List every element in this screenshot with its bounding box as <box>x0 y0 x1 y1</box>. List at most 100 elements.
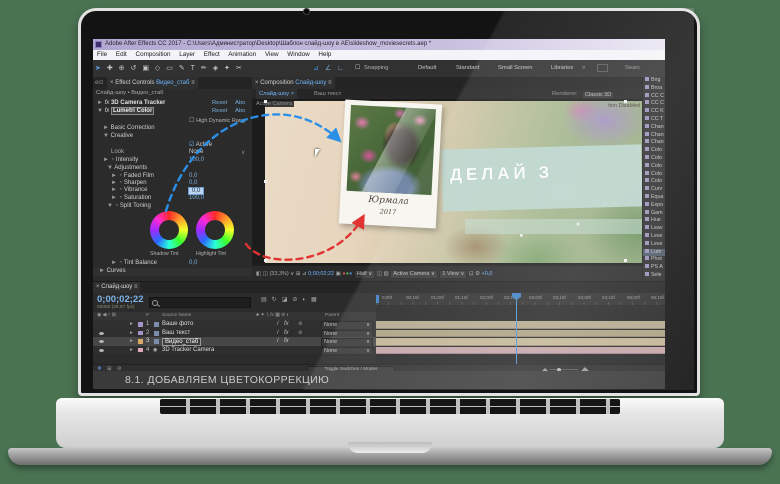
layer-name[interactable]: Ваше фото <box>162 320 193 329</box>
effect-item[interactable]: Colo <box>643 147 665 155</box>
composition-tab[interactable]: × Composition Слайд-шоу ≡ <box>252 77 335 89</box>
layer-expander[interactable]: ► <box>129 346 134 355</box>
menu-composition[interactable]: Composition <box>136 51 171 58</box>
effect-item[interactable]: Chan <box>643 132 665 140</box>
effect-item[interactable]: Leve <box>643 241 665 249</box>
selection-handle[interactable] <box>264 100 267 103</box>
effect-item[interactable]: CC K <box>643 108 665 116</box>
eye-icon[interactable] <box>99 340 104 343</box>
hand-tool-icon[interactable]: ✚ <box>107 60 113 77</box>
motion-blur-switch-icon[interactable]: ⚙ <box>298 329 302 338</box>
polaroid-photo[interactable]: Юрмала 2017 <box>339 100 442 229</box>
saturation-value[interactable]: 100,0 <box>189 195 204 201</box>
close-icon[interactable]: × <box>110 80 114 86</box>
stopwatch-icon[interactable]: ◔ <box>119 173 123 179</box>
effect-item[interactable]: Chan <box>643 124 665 132</box>
view-layout-dropdown[interactable]: 1 View ∨ <box>439 270 467 279</box>
layer-color-chip[interactable] <box>138 331 143 336</box>
workspace-overflow-button[interactable]: » <box>582 60 585 77</box>
menu-animation[interactable]: Animation <box>228 51 256 58</box>
layer-color-chip[interactable] <box>138 348 143 353</box>
menu-file[interactable]: File <box>97 51 107 58</box>
effect-item[interactable]: Expo <box>643 202 665 210</box>
quality-switch[interactable]: / <box>277 320 279 329</box>
layer-color-chip[interactable] <box>138 322 143 327</box>
layer-bar-1[interactable] <box>376 321 665 329</box>
local-axis-mode-icon[interactable]: ⊿ <box>313 60 319 77</box>
workspace-libraries[interactable]: Libraries <box>551 60 573 77</box>
about-link[interactable]: Abo <box>235 100 245 106</box>
layer-row-4[interactable]: ► 4 ◉ 3D Tracker Camera None ∨ <box>93 346 376 355</box>
exposure-value[interactable]: +0,0 <box>482 271 493 277</box>
hand-nav-icon[interactable]: ◧ <box>256 271 261 277</box>
shape-tool-icon[interactable]: ▭ <box>166 60 173 77</box>
eye-icon[interactable] <box>99 332 104 335</box>
brush-tool-icon[interactable]: ✏ <box>201 60 207 77</box>
group-curves[interactable]: ► Curves <box>93 268 252 276</box>
look-dropdown[interactable]: None <box>189 149 203 155</box>
track-area[interactable] <box>376 305 665 364</box>
effect-item[interactable]: Chan <box>643 139 665 147</box>
window-titlebar[interactable]: Adobe After Effects CC 2017 - C:\Users\А… <box>93 39 665 50</box>
effect-item[interactable]: PS A <box>643 264 665 272</box>
roi-icon[interactable]: ◫ <box>377 271 382 277</box>
camera-tool-icon[interactable]: ▣ <box>142 60 149 77</box>
parent-dropdown[interactable]: None ∨ <box>321 347 373 356</box>
stopwatch-icon[interactable]: ◔ <box>119 187 123 193</box>
snapshot-icon[interactable]: ▣ <box>336 271 341 277</box>
fx-switch[interactable]: fx <box>284 337 289 346</box>
effect-item[interactable]: Brig <box>643 77 665 85</box>
layer-row-1[interactable]: ► 1 Ваше фото / fx ⚙ None ∨ <box>93 320 376 329</box>
effect-item[interactable]: CC C <box>643 100 665 108</box>
fx-switch[interactable]: fx <box>284 329 289 338</box>
selection-tool-icon[interactable]: ➤ <box>95 60 101 77</box>
vibrance-input[interactable]: 0,0 <box>188 187 204 195</box>
workspace-search-label[interactable]: Searc <box>625 60 640 77</box>
stopwatch-icon[interactable]: ◔ <box>119 180 123 186</box>
menu-help[interactable]: Help <box>318 51 331 58</box>
renderer-value[interactable]: Classic 3D <box>582 91 614 100</box>
effect-item[interactable]: Leve <box>643 233 665 241</box>
stopwatch-icon[interactable]: ◔ <box>119 260 123 266</box>
type-tool-icon[interactable]: T <box>191 60 195 77</box>
pan-behind-tool-icon[interactable]: ◇ <box>155 60 160 77</box>
screen-icon[interactable]: ◫ <box>263 271 268 277</box>
effect-item[interactable]: CC C <box>643 93 665 101</box>
close-icon[interactable]: × <box>96 284 100 290</box>
menu-effect[interactable]: Effect <box>204 51 220 58</box>
view-axis-mode-icon[interactable]: ∟ <box>337 60 344 77</box>
workspace-default[interactable]: Default <box>418 60 436 77</box>
close-icon[interactable]: × <box>291 91 294 97</box>
layer-expander[interactable]: ► <box>129 329 134 338</box>
effect-row-3d-camera-tracker[interactable]: ► fx 3D Camera Tracker <box>97 100 165 106</box>
zoom-slider-track[interactable] <box>550 369 578 370</box>
resolution-dropdown[interactable]: Half ∨ <box>354 270 375 279</box>
layer-bar-4[interactable] <box>376 347 665 355</box>
view-tab-slideshow[interactable]: Слайд-шоу × <box>256 89 297 99</box>
layer-name[interactable]: 3D Tracker Camera <box>162 346 214 355</box>
magnification-dropdown[interactable]: (33,3%) ∨ <box>269 271 294 277</box>
selection-handle[interactable] <box>264 180 267 183</box>
group-split-toning[interactable]: ▼ ◔ Split Toning <box>107 203 151 209</box>
snapping-checkbox[interactable]: ☐ <box>355 60 360 77</box>
group-basic-correction[interactable]: ► Basic Correction <box>103 125 155 131</box>
effect-item[interactable]: Colo <box>643 171 665 179</box>
viewport-frame-image[interactable]: ДЕЛАЙ З Юрмала 2017 tion Disabled <box>265 101 642 263</box>
effect-item[interactable]: Gam <box>643 210 665 218</box>
workspace-bar-icon[interactable] <box>597 64 608 72</box>
layer-bar-2[interactable] <box>376 330 665 338</box>
clone-stamp-tool-icon[interactable]: ◈ <box>213 60 218 77</box>
number-column-header[interactable]: # <box>146 312 149 320</box>
selection-handle[interactable] <box>624 259 627 262</box>
effect-item[interactable]: Hue <box>643 217 665 225</box>
group-creative[interactable]: ▼ Creative <box>103 133 133 139</box>
about-link[interactable]: Abo <box>235 108 245 114</box>
quality-switch[interactable]: / <box>277 329 279 338</box>
layer-expander[interactable]: ► <box>129 320 134 329</box>
effect-item[interactable]: Curv <box>643 186 665 194</box>
workspace-small-screen[interactable]: Small Screen <box>498 60 532 77</box>
shadow-tint-wheel[interactable] <box>150 211 188 249</box>
effect-item[interactable]: Colo <box>643 178 665 186</box>
timeline-control-icons[interactable]: ▤↻◪⊘◐▦ <box>261 296 322 303</box>
active-checkbox[interactable]: ☑ <box>189 142 194 148</box>
